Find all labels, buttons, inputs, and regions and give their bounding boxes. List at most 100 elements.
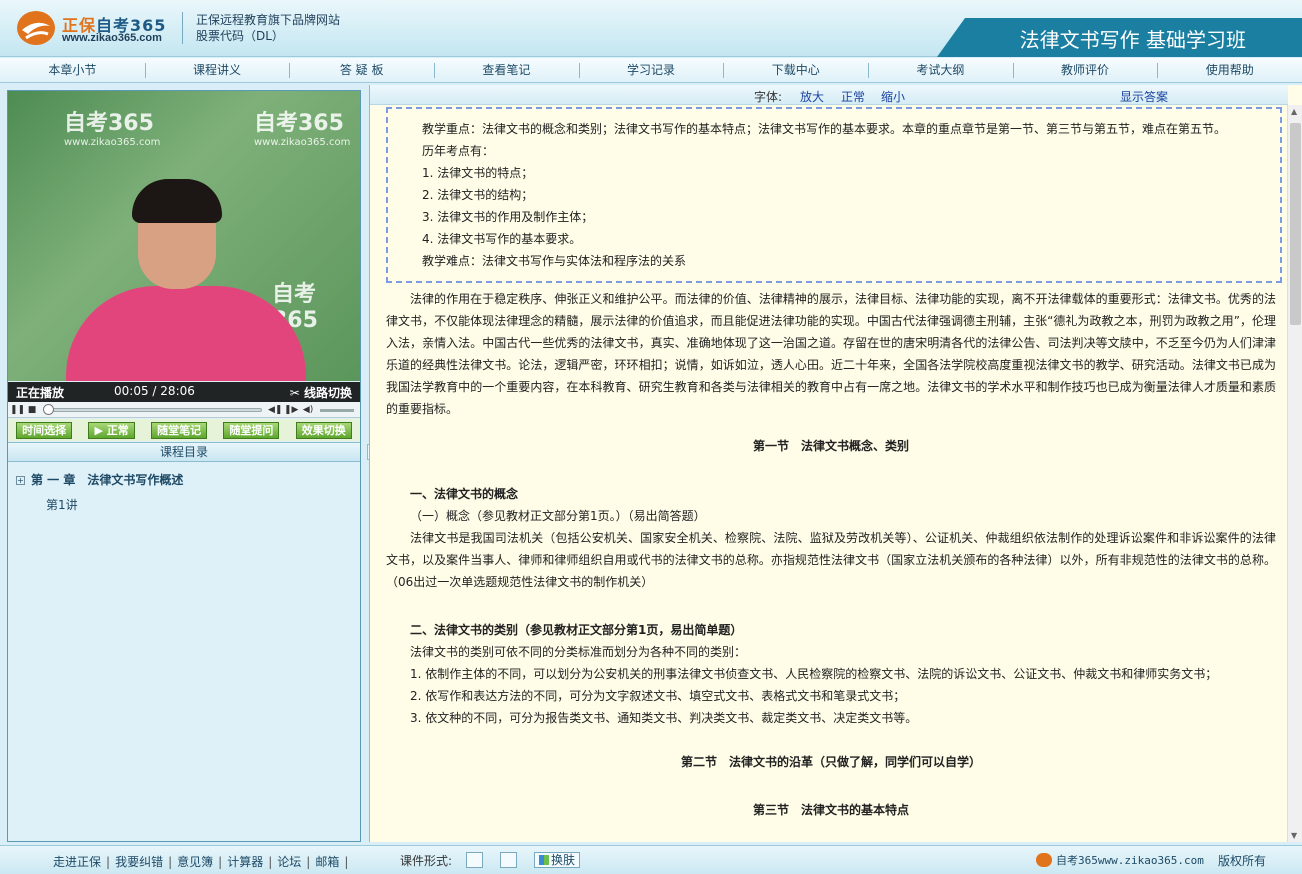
subsection-note: （一）概念（参见教材正文部分第1页。）（易出简答题）: [410, 509, 706, 523]
skin-button[interactable]: 换肤: [534, 852, 581, 868]
subsection-title: 二、法律文书的类别（参见教材正文部分第1页，易出简单题）: [410, 623, 743, 637]
catalog-chapter[interactable]: + 第 一 章 法律文书写作概述: [16, 471, 183, 488]
footer-link-calculator[interactable]: 计算器: [227, 855, 263, 869]
body-paragraph: 法律文书是我国司法机关（包括公安机关、国家安全机关、检察院、法院、监狱及劳改机关…: [386, 531, 1276, 589]
teaching-difficulty: 教学难点：法律文书写作与实体法和程序法的关系: [422, 254, 687, 268]
content-scrollbar[interactable]: ▲ ▼: [1287, 105, 1302, 842]
scroll-up-icon[interactable]: ▲: [1291, 107, 1297, 116]
course-title: 法律文书写作 基础学习班: [1019, 28, 1246, 52]
video-watermark: 自考365 www.zikao365.com: [254, 111, 351, 148]
video-status-bar: 正在播放 00:05 / 28:06 ✂ 线路切换: [8, 382, 360, 402]
nav-qa-board[interactable]: 答 疑 板: [289, 58, 434, 82]
pause-icon[interactable]: ❚❚: [10, 404, 25, 416]
slogan: 正保远程教育旗下品牌网站 股票代码（DL）: [196, 12, 340, 44]
stock-code: 股票代码（DL）: [196, 29, 284, 43]
font-toolbar: 字体: 放大 正常 缩小 显示答案: [370, 85, 1288, 105]
list-item: 2. 依写作和表达方法的不同，可分为文字叙述文书、填空式文书、表格式文书和笔录式…: [410, 689, 906, 703]
forward-icon[interactable]: ❚▶: [284, 404, 298, 416]
scroll-down-icon[interactable]: ▼: [1291, 831, 1297, 840]
footer-link-about[interactable]: 走进正保: [53, 855, 101, 869]
nav-download-center[interactable]: 下载中心: [723, 58, 868, 82]
nav-course-notes[interactable]: 课程讲义: [144, 58, 290, 82]
player-controls: ❚❚ ■ ◀❚ ❚▶ ◀): [8, 402, 360, 418]
header: 正保自考365 www.zikao365.com 正保远程教育旗下品牌网站 股票…: [0, 0, 1302, 57]
stop-icon[interactable]: ■: [26, 404, 38, 416]
separator: |: [344, 855, 349, 869]
font-enlarge-link[interactable]: 放大: [800, 88, 824, 105]
key-point-item: 4. 法律文书写作的基本要求。: [422, 232, 582, 246]
class-question-button[interactable]: 随堂提问: [223, 421, 280, 439]
expand-icon[interactable]: +: [16, 476, 25, 485]
font-shrink-link[interactable]: 缩小: [881, 88, 905, 105]
font-normal-link[interactable]: 正常: [841, 88, 865, 105]
left-panel: 自考365 www.zikao365.com 自考365 www.zikao365.…: [7, 90, 361, 842]
nav-view-notes[interactable]: 查看笔记: [434, 58, 579, 82]
font-label: 字体:: [754, 90, 783, 104]
footer-link-mail[interactable]: 邮箱: [315, 855, 339, 869]
section-title: 第三节 法律文书的基本特点: [752, 803, 909, 817]
class-notes-button[interactable]: 随堂笔记: [151, 421, 208, 439]
nav-help[interactable]: 使用帮助: [1157, 58, 1302, 82]
section-title: 第二节 法律文书的沿革（只做了解，同学们可以自学）: [680, 755, 981, 769]
nav-chapter-summary[interactable]: 本章小节: [0, 58, 145, 82]
catalog-lecture[interactable]: 第1讲: [46, 496, 78, 513]
key-points-box: 教学重点：法律文书的概念和类别；法律文书写作的基本特点；法律文书写作的基本要求。…: [386, 107, 1282, 283]
site-logo[interactable]: 正保自考365 www.zikao365.com: [16, 8, 186, 48]
seek-handle[interactable]: [42, 404, 54, 415]
lecture-body: 第一节 法律文书概念、类别 一、法律文书的概念 （一）概念（参见教材正文部分第1…: [386, 435, 1276, 821]
footer-link-report-error[interactable]: 我要纠错: [115, 855, 163, 869]
show-answer-link[interactable]: 显示答案: [1120, 88, 1168, 105]
key-point-item: 1. 法律文书的特点；: [422, 166, 534, 180]
speed-normal-button[interactable]: ▶ 正常: [88, 421, 135, 439]
line-switch-button[interactable]: ✂ 线路切换: [290, 384, 352, 401]
intro-paragraph: 法律的作用在于稳定秩序、伸张正义和维护公平。而法律的价值、法律精神的展示，法律目…: [386, 292, 1276, 416]
slogan-line: 正保远程教育旗下品牌网站: [196, 13, 341, 27]
footer-link-forum[interactable]: 论坛: [277, 855, 301, 869]
nav-teacher-review[interactable]: 教师评价: [1012, 58, 1158, 82]
copyright: 版权所有: [1218, 854, 1267, 868]
logo-mark-icon: [17, 11, 55, 45]
key-point-item: 2. 法律文书的结构；: [422, 188, 534, 202]
lecture-content: 字体: 放大 正常 缩小 显示答案 教学重点：法律文书的概念和类别；法律文书写作…: [369, 85, 1302, 842]
courseware-mode-label: 课件形式:: [400, 854, 453, 868]
effect-switch-button[interactable]: 效果切换: [295, 421, 352, 439]
time-select-button[interactable]: 时间选择: [16, 421, 73, 439]
rewind-icon[interactable]: ◀❚: [268, 404, 282, 416]
footer-link-feedback[interactable]: 意见簿: [177, 855, 213, 869]
seek-bar[interactable]: [46, 408, 262, 412]
player-button-row: 时间选择 ▶ 正常 随堂笔记 随堂提问 效果切换: [8, 419, 360, 441]
volume-slider[interactable]: [320, 409, 354, 412]
catalog-header: 课程目录: [8, 442, 360, 462]
separator: |: [168, 855, 173, 869]
history-title: 历年考点有：: [422, 144, 495, 158]
footer: 走进正保 | 我要纠错 | 意见簿 | 计算器 | 论坛 | 邮箱 | 课件形式: 换肤 自考365w…: [0, 845, 1302, 874]
logo-url: www.zikao365.com: [62, 32, 162, 44]
list-item: 3. 依文种的不同，可分为报告类文书、通知类文书、判决类文书、裁定类文书、决定类…: [410, 711, 918, 725]
separator: |: [268, 855, 273, 869]
play-status: 正在播放: [16, 386, 65, 400]
layout-single-icon[interactable]: [466, 852, 483, 868]
nav-study-record[interactable]: 学习记录: [578, 58, 724, 82]
volume-icon[interactable]: ◀): [302, 404, 314, 416]
skin-icon: [539, 855, 549, 865]
main-nav: 本章小节 课程讲义 答 疑 板 查看笔记 学习记录 下载中心 考试大纲 教师评价…: [0, 58, 1302, 83]
brand-logo-icon: [1036, 853, 1052, 867]
body-line: 法律文书的类别可依不同的分类标准而划分为各种不同的类别：: [410, 645, 747, 659]
teaching-focus: 教学重点：法律文书的概念和类别；法律文书写作的基本特点；法律文书写作的基本要求。…: [422, 122, 1227, 136]
header-divider: [182, 12, 183, 44]
separator: |: [306, 855, 311, 869]
separator: |: [106, 855, 111, 869]
scroll-thumb[interactable]: [1290, 123, 1301, 325]
list-item: 1. 依制作主体的不同，可以划分为公安机关的刑事法律文书侦查文书、人民检察院的检…: [410, 667, 1218, 681]
footer-links: 走进正保 | 我要纠错 | 意见簿 | 计算器 | 论坛 | 邮箱 |: [53, 853, 353, 870]
video-player[interactable]: 自考365 www.zikao365.com 自考365 www.zikao365.…: [8, 91, 360, 381]
video-watermark: 自考365 www.zikao365.com: [64, 111, 161, 148]
subsection-title: 一、法律文书的概念: [410, 487, 519, 501]
footer-brand: 自考365www.zikao365.com: [1036, 852, 1204, 868]
nav-exam-syllabus[interactable]: 考试大纲: [868, 58, 1013, 82]
layout-split-icon[interactable]: [500, 852, 517, 868]
